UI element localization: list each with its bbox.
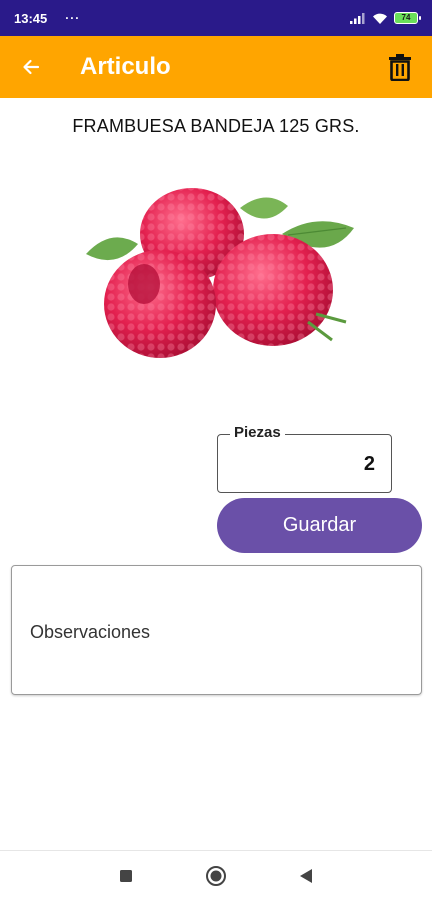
page-title: Articulo [80,53,171,80]
system-nav-bar [0,850,432,900]
quantity-label: Piezas [230,424,285,441]
home-circle-icon [206,866,226,886]
recents-square-icon [120,870,132,882]
status-bar-left: 13:45 ··· [14,11,80,26]
status-time: 13:45 [14,10,48,26]
home-button[interactable] [204,864,228,888]
delete-button[interactable] [384,51,416,83]
status-dots: ··· [65,11,81,25]
back-triangle-icon [300,869,312,883]
arrow-left-icon [23,59,40,75]
quantity-field[interactable]: Piezas 2 [217,424,392,493]
notes-placeholder: Observaciones [30,622,151,642]
app-bar: Articulo [0,36,432,98]
status-bar: 13:45 ··· 74 [0,0,432,36]
quantity-value: 2 [363,453,375,475]
battery-level: 74 [401,13,411,22]
nav-back-button[interactable] [294,864,318,888]
notes-field[interactable]: Observaciones [11,565,422,695]
back-button[interactable] [0,36,62,98]
save-button[interactable]: Guardar [217,498,422,553]
wifi-icon [373,13,387,24]
raspberries-image [86,188,354,358]
battery-icon: 74 [394,12,421,24]
signal-icon [350,13,365,24]
trash-icon [389,54,411,81]
recents-button[interactable] [114,864,138,888]
status-bar-right: 74 [350,12,421,25]
product-name: FRAMBUESA BANDEJA 125 GRS. [72,116,360,136]
